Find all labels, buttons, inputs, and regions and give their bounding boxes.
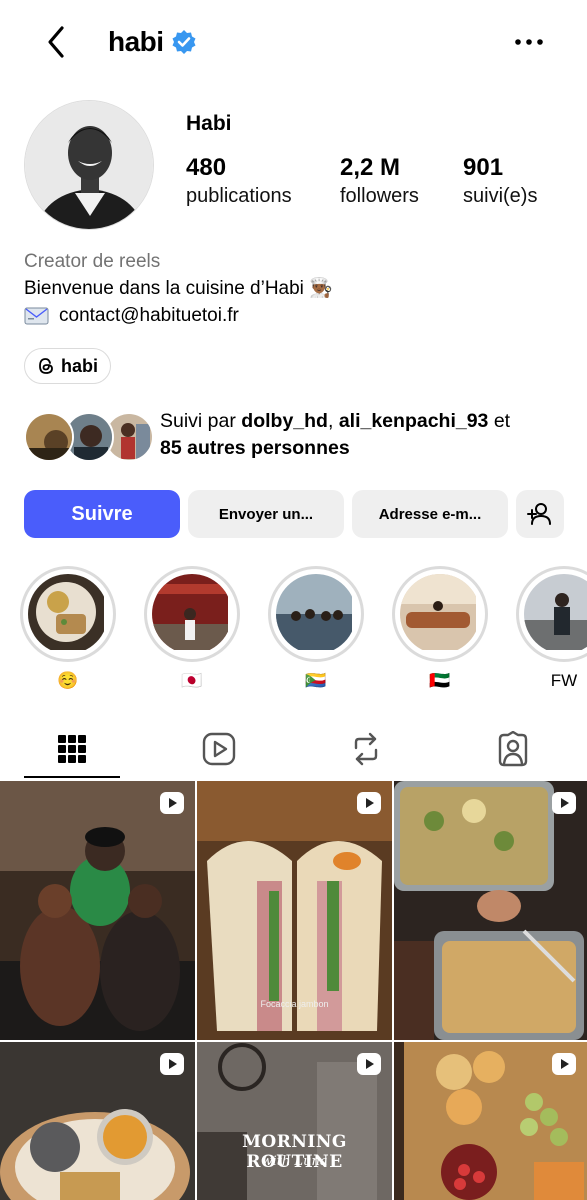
reel-icon [160,792,184,814]
stat-value: 901 [463,154,504,181]
display-name: Habi [186,112,232,135]
suggest-people-button[interactable] [516,490,564,538]
email-row: contact@habituetoi.fr [24,302,564,329]
followed-others: 85 autres personnes [160,437,350,459]
reel-icon [552,1053,576,1075]
bio-line: Bienvenue dans la cuisine d’Habi 👨🏾‍🍳 [24,278,333,299]
follow-button[interactable]: Suivre [24,490,180,538]
highlight-label: ☺️ [57,671,79,690]
tab-reposts[interactable] [318,718,414,780]
story-highlights: ☺️ 🇯🇵 🇰🇲 🇦🇪 FW [20,566,587,696]
active-tab-indicator [24,776,120,778]
profile-bio: Creator de reels Bienvenue dans la cuisi… [24,248,564,329]
highlight-item[interactable]: 🇦🇪 [392,566,488,692]
grid-post[interactable] [394,781,587,1040]
highlight-item[interactable]: 🇰🇲 [268,566,364,692]
message-button[interactable]: Envoyer un... [188,490,344,538]
tab-posts[interactable] [24,718,120,780]
followed-prefix: Suivi par [160,410,242,432]
back-button[interactable] [40,22,76,62]
grid-post[interactable]: Focaccia jambon [197,781,392,1040]
follower-name: ali_kenpachi_93 [338,410,489,432]
threads-label: habi [61,355,99,376]
post-subtitle-overlay: with Luna [261,1154,328,1169]
reel-icon [357,1053,381,1075]
reels-icon [202,732,236,766]
highlight-cover [276,574,356,654]
grid-post[interactable] [394,1042,587,1200]
followed-sep: , [327,410,339,432]
follower-name: dolby_hd [241,410,328,432]
grid-post[interactable] [0,1042,195,1200]
stat-label: followers [340,185,419,207]
tagged-icon [498,731,528,767]
reel-icon [552,792,576,814]
highlight-label: 🇯🇵 [181,671,203,690]
followed-by-text: Suivi par dolby_hd, ali_kenpachi_93 et 8… [160,408,510,462]
grid-post[interactable] [0,781,195,1040]
avatar-photo [25,101,153,229]
highlight-item[interactable]: FW [516,566,587,692]
highlight-cover [28,574,108,654]
email-button[interactable]: Adresse e-m... [352,490,508,538]
stat-value: 2,2 M [340,154,401,181]
chevron-left-icon [48,26,64,58]
stat-publications[interactable]: 480 publications [186,154,340,210]
highlight-label: 🇰🇲 [305,671,327,690]
grid-icon [58,735,86,763]
tab-tagged[interactable] [465,718,561,780]
stat-followers[interactable]: 2,2 M followers [340,154,463,210]
more-horizontal-icon [515,39,543,45]
highlight-item[interactable]: ☺️ [20,566,116,692]
envelope-icon [24,307,49,324]
highlight-ring [516,566,587,662]
profile-tabs [0,718,587,780]
highlight-ring [20,566,116,662]
stat-label: publications [186,185,292,207]
post-caption-overlay: Focaccia jambon [260,999,329,1009]
profile-avatar[interactable] [24,100,154,230]
highlight-item[interactable]: 🇯🇵 [144,566,240,692]
highlight-cover [400,574,480,654]
follower-avatar [24,412,74,462]
reposts-icon [354,732,378,766]
post-thumbnail [0,781,195,1040]
top-bar: habi [0,0,587,84]
posts-grid: Focaccia jambon MORNING ROUTINE with Lun… [0,781,587,1200]
post-thumbnail [394,781,587,1040]
threads-link[interactable]: habi [24,348,112,384]
tab-reels[interactable] [171,718,267,780]
highlight-label: 🇦🇪 [429,671,451,690]
add-person-icon [527,503,551,525]
highlight-cover [524,574,587,654]
profile-category: Creator de reels [24,251,161,272]
highlight-ring [392,566,488,662]
stat-following[interactable]: 901 suivi(e)s [463,154,537,210]
stat-value: 480 [186,154,227,181]
grid-post[interactable]: MORNING ROUTINE with Luna [197,1042,392,1200]
profile-actions: Suivre Envoyer un... Adresse e-m... [24,490,564,538]
contact-email[interactable]: contact@habituetoi.fr [59,302,239,329]
username: habi [108,26,164,57]
verified-badge-icon [172,30,196,54]
more-options-button[interactable] [511,28,547,56]
threads-icon [39,358,53,374]
username-header: habi [108,22,197,62]
highlight-cover [152,574,232,654]
followed-and: et [488,410,511,432]
stat-label: suivi(e)s [463,185,538,207]
highlight-label: FW [550,671,578,690]
followed-by[interactable]: Suivi par dolby_hd, ali_kenpachi_93 et 8… [24,408,574,466]
highlight-ring [268,566,364,662]
reel-icon [357,792,381,814]
highlight-ring [144,566,240,662]
profile-stats: 480 publications 2,2 M followers 901 sui… [186,154,566,210]
reel-icon [160,1053,184,1075]
